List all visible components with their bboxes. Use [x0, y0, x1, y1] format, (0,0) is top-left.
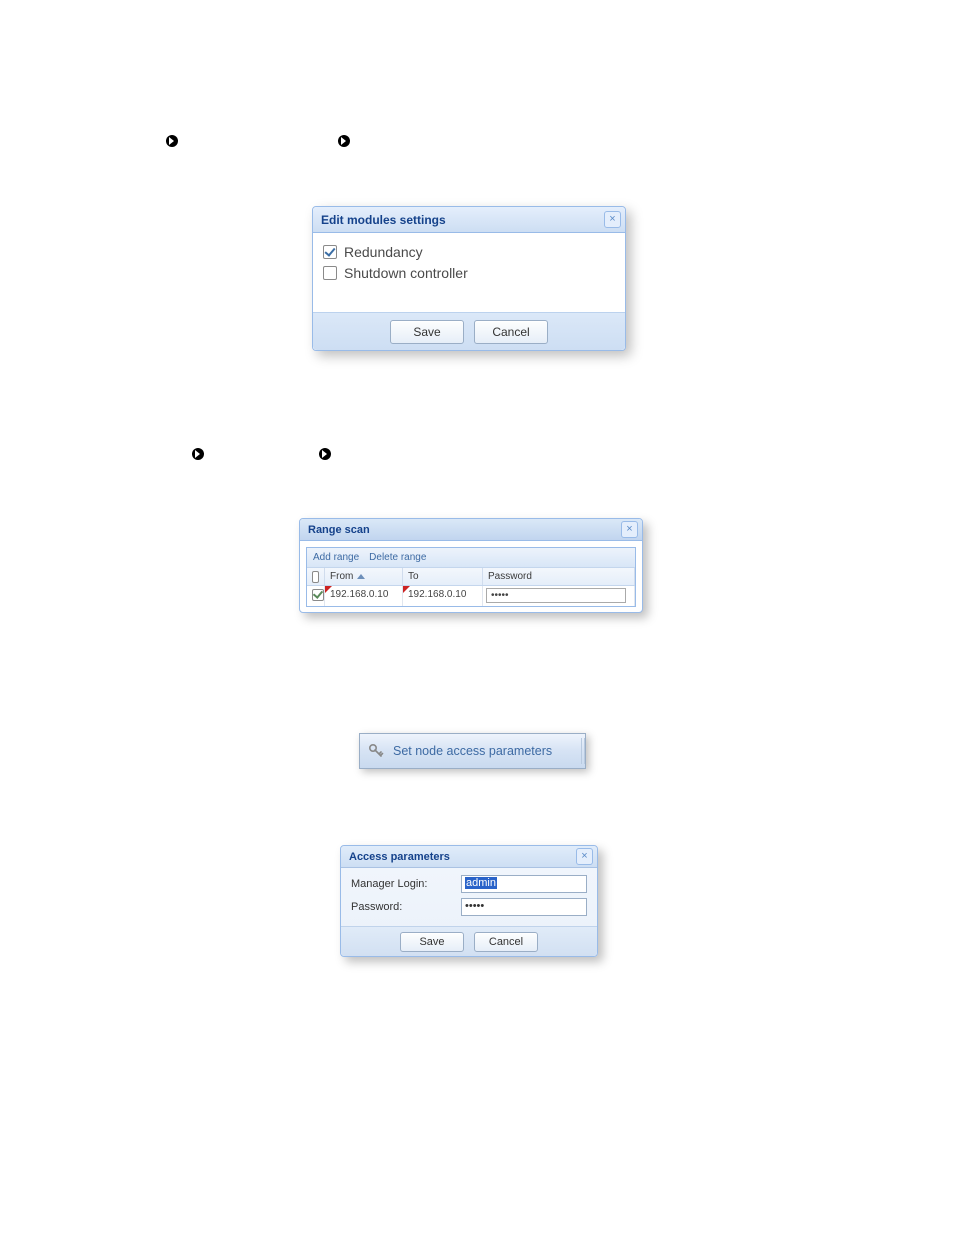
sort-asc-icon	[357, 574, 365, 579]
cancel-button[interactable]: Cancel	[474, 932, 538, 952]
column-to[interactable]: To	[403, 568, 483, 585]
arrow-right-icon	[166, 135, 178, 147]
resize-handle-icon	[581, 738, 585, 764]
password-value: •••••	[465, 900, 484, 912]
cell-from-value: 192.168.0.10	[330, 589, 388, 600]
close-icon[interactable]: ×	[576, 848, 593, 865]
dialog-titlebar[interactable]: Range scan ×	[300, 519, 642, 541]
save-button-label: Save	[413, 325, 440, 339]
cancel-button-label: Cancel	[492, 325, 529, 339]
redundancy-label: Redundancy	[344, 244, 423, 260]
dialog-titlebar[interactable]: Edit modules settings ×	[313, 207, 625, 233]
dirty-flag-icon	[325, 586, 332, 593]
cell-to[interactable]: 192.168.0.10	[403, 586, 483, 606]
save-button[interactable]: Save	[390, 320, 464, 344]
password-label: Password:	[351, 901, 461, 913]
column-to-label: To	[408, 571, 419, 582]
set-node-access-parameters-label: Set node access parameters	[393, 744, 552, 758]
cancel-button-label: Cancel	[489, 936, 523, 948]
set-node-access-parameters-button[interactable]: Set node access parameters	[359, 733, 586, 769]
edit-modules-settings-dialog: Edit modules settings × Redundancy Shutd…	[312, 206, 626, 351]
delete-range-button[interactable]: Delete range	[369, 552, 426, 563]
save-button-label: Save	[419, 936, 444, 948]
dialog-title: Range scan	[308, 524, 370, 536]
column-password[interactable]: Password	[483, 568, 635, 585]
access-parameters-dialog: Access parameters × Manager Login: admin…	[340, 845, 598, 957]
column-password-label: Password	[488, 571, 532, 582]
column-from-label: From	[330, 571, 353, 582]
close-icon[interactable]: ×	[604, 211, 621, 228]
cell-from[interactable]: 192.168.0.10	[325, 586, 403, 606]
password-input[interactable]: •••••	[461, 898, 587, 916]
cell-to-value: 192.168.0.10	[408, 589, 466, 600]
range-scan-dialog: Range scan × Add range Delete range From…	[299, 518, 643, 613]
table-header: From To Password	[307, 568, 635, 586]
manager-login-input[interactable]: admin	[461, 875, 587, 893]
password-value: •••••	[491, 590, 509, 601]
redundancy-checkbox[interactable]	[323, 245, 337, 259]
shutdown-controller-checkbox[interactable]	[323, 266, 337, 280]
column-from[interactable]: From	[325, 568, 403, 585]
shutdown-controller-label: Shutdown controller	[344, 265, 468, 281]
dialog-title: Edit modules settings	[321, 213, 446, 227]
arrow-right-icon	[338, 135, 350, 147]
add-range-button[interactable]: Add range	[313, 552, 359, 563]
key-icon	[368, 743, 384, 759]
table-row[interactable]: 192.168.0.10 192.168.0.10 •••••	[307, 586, 635, 606]
select-all-checkbox[interactable]	[312, 571, 319, 583]
dialog-title: Access parameters	[349, 851, 450, 863]
row-checkbox[interactable]	[312, 589, 324, 601]
cancel-button[interactable]: Cancel	[474, 320, 548, 344]
manager-login-value: admin	[465, 877, 497, 889]
close-icon[interactable]: ×	[621, 521, 638, 538]
arrow-right-icon	[319, 448, 331, 460]
arrow-right-icon	[192, 448, 204, 460]
password-input[interactable]: •••••	[486, 588, 626, 603]
save-button[interactable]: Save	[400, 932, 464, 952]
dialog-titlebar[interactable]: Access parameters ×	[341, 846, 597, 868]
manager-login-label: Manager Login:	[351, 878, 461, 890]
dirty-flag-icon	[403, 586, 410, 593]
